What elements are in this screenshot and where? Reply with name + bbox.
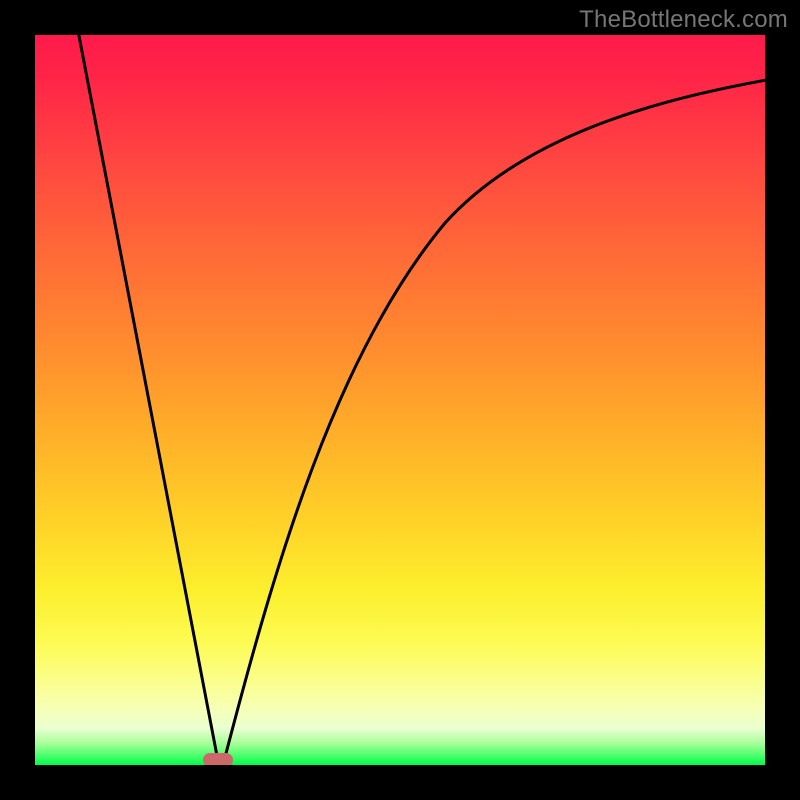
plot-area — [35, 35, 765, 765]
curve-path — [75, 35, 765, 764]
optimum-marker — [203, 753, 233, 765]
watermark-text: TheBottleneck.com — [579, 6, 788, 34]
bottleneck-curve — [35, 35, 765, 765]
chart-container: TheBottleneck.com — [0, 0, 800, 800]
